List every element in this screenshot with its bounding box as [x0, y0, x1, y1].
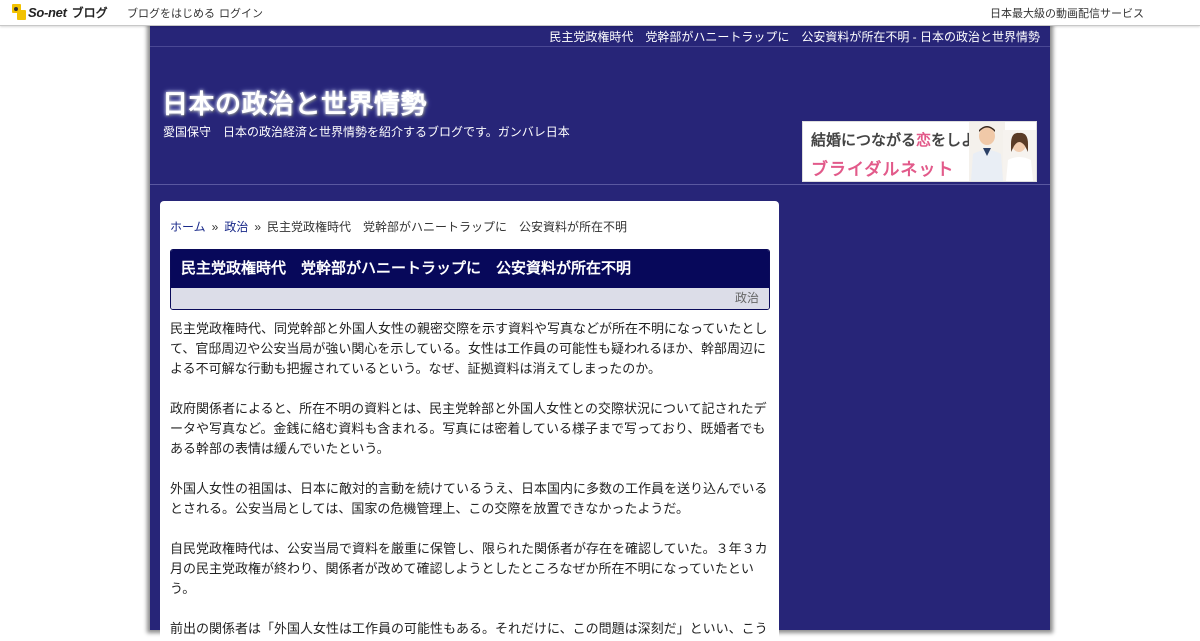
article-category-link[interactable]: 政治	[171, 288, 769, 309]
logo-blog-text: ブログ	[71, 5, 108, 20]
login-link[interactable]: ログイン	[219, 5, 263, 21]
article-body: 民主党政権時代、同党幹部と外国人女性の親密交際を示す資料や写真などが所在不明にな…	[170, 319, 770, 641]
breadcrumb-category[interactable]: 政治	[224, 220, 248, 234]
ad-man-photo	[969, 122, 1005, 181]
blog-description: 愛国保守 日本の政治経済と世界情勢を紹介するブログです。ガンバレ日本	[163, 125, 570, 139]
ad-brand-name: ブライダルネット	[811, 160, 955, 179]
logo-text: So-net	[28, 4, 67, 20]
bridal-net-ad-banner[interactable]: 結婚につながる恋をしよう。 ブライダルネット	[802, 121, 1037, 182]
article-paragraph: 民主党政権時代、同党幹部と外国人女性の親密交際を示す資料や写真などが所在不明にな…	[170, 321, 768, 376]
page-title-link[interactable]: 民主党政権時代 党幹部がハニートラップに 公安資料が所在不明 - 日本の政治と世…	[549, 28, 1040, 45]
start-blog-link[interactable]: ブログをはじめる	[127, 5, 215, 21]
blog-title[interactable]: 日本の政治と世界情勢	[162, 84, 427, 121]
sonet-blog-logo[interactable]: So-net ブログ	[12, 3, 108, 21]
breadcrumb-separator: »	[211, 220, 219, 234]
breadcrumb-separator: »	[254, 220, 262, 234]
sonet-logo-icon	[12, 4, 26, 20]
article-paragraph: 外国人女性の祖国は、日本に敵対的言動を続けているうえ、日本国内に多数の工作員を送…	[170, 481, 768, 516]
main-content-panel: ホーム » 政治 » 民主党政権時代 党幹部がハニートラップに 公安資料が所在不明 民主…	[160, 201, 779, 641]
video-service-link[interactable]: 日本最大級の動画配信サービス	[990, 5, 1144, 21]
article-paragraph: 政府関係者によると、所在不明の資料とは、民主党幹部と外国人女性との交際状況につい…	[170, 401, 767, 456]
header-divider	[150, 184, 1050, 185]
article-header: 民主党政権時代 党幹部がハニートラップに 公安資料が所在不明 政治	[170, 249, 770, 310]
header-top-strip: 民主党政権時代 党幹部がハニートラップに 公安資料が所在不明 - 日本の政治と世…	[150, 26, 1050, 47]
sonet-topbar: So-net ブログ ブログをはじめる ログイン 日本最大級の動画配信サービス	[0, 0, 1200, 26]
blog-frame: 民主党政権時代 党幹部がハニートラップに 公安資料が所在不明 - 日本の政治と世…	[150, 26, 1050, 641]
article-paragraph: 前出の関係者は「外国人女性は工作員の可能性もある。それだけに、この問題は深刻だ」…	[170, 621, 768, 636]
breadcrumb: ホーム » 政治 » 民主党政権時代 党幹部がハニートラップに 公安資料が所在不明	[170, 218, 627, 235]
article-paragraph: 自民党政権時代は、公安当局で資料を厳重に保管し、限られた関係者が存在を確認してい…	[170, 541, 768, 596]
article-title[interactable]: 民主党政権時代 党幹部がハニートラップに 公安資料が所在不明	[171, 250, 769, 288]
breadcrumb-current: 民主党政権時代 党幹部がハニートラップに 公安資料が所在不明	[267, 220, 628, 234]
breadcrumb-home[interactable]: ホーム	[170, 220, 206, 234]
ad-woman-photo	[1003, 130, 1036, 181]
